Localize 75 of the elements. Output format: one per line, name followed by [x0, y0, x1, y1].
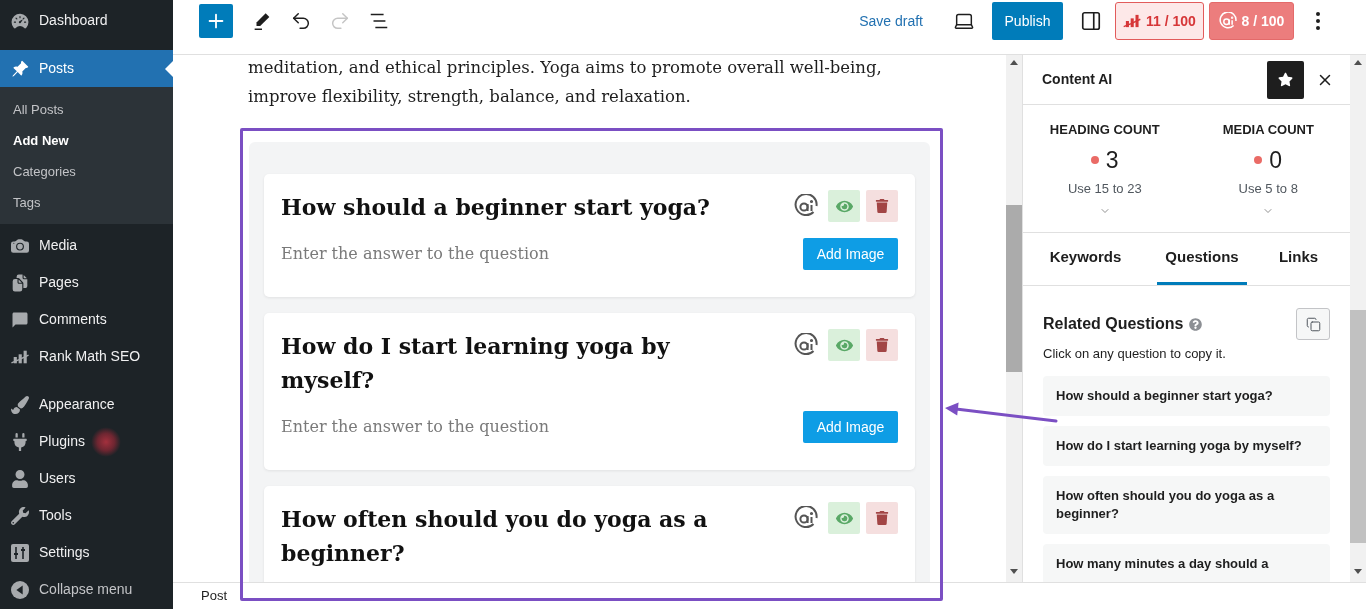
- documents-icon: [11, 273, 29, 292]
- question-title[interactable]: How do I start learning yoga by myself?: [281, 329, 741, 397]
- paragraph-text[interactable]: meditation, and ethical principles. Yoga aims to promote overall well-being, improve flexibility, strength, balance, and relaxation.: [248, 55, 953, 111]
- question-item[interactable]: How often should you do yoga as a beginner?: [1043, 476, 1330, 534]
- panel-title: Content AI: [1042, 70, 1113, 89]
- question-item[interactable]: How many minutes a day should a: [1043, 544, 1330, 582]
- user-icon: [11, 469, 29, 488]
- menu-item[interactable]: Posts: [0, 50, 173, 87]
- trash-icon: [875, 199, 889, 213]
- answer-field[interactable]: Enter the answer to the question: [281, 415, 549, 439]
- pin-button[interactable]: [1267, 60, 1304, 99]
- menu-item[interactable]: Comments: [0, 301, 173, 338]
- delete-button[interactable]: [866, 329, 898, 361]
- question-item[interactable]: How do I start learning yoga by myself?: [1043, 426, 1330, 466]
- menu-item[interactable]: Media: [0, 227, 173, 264]
- collapse-menu-button[interactable]: Collapse menu: [0, 571, 173, 608]
- stat-value: 3: [1105, 146, 1119, 174]
- paintbrush-icon: [11, 395, 29, 414]
- trash-icon: [875, 338, 889, 352]
- stat-hint: Use 15 to 23: [1067, 180, 1142, 198]
- delete-button[interactable]: [866, 190, 898, 222]
- stat-value: 0: [1269, 146, 1283, 174]
- undo-icon: [290, 10, 312, 32]
- menu-item[interactable]: Users: [0, 460, 173, 497]
- scroll-down-arrow-icon: [1354, 569, 1362, 574]
- speedometer-icon: [11, 11, 29, 30]
- question-title[interactable]: How should a beginner start yoga?: [281, 190, 741, 224]
- stat-hint: Use 5 to 8: [1238, 180, 1298, 198]
- trash-icon: [875, 511, 889, 525]
- section-heading: Related Questions: [1043, 314, 1184, 334]
- seo-score-button[interactable]: 11 / 100: [1115, 2, 1204, 40]
- submenu-item[interactable]: All Posts: [0, 94, 173, 125]
- menu-item[interactable]: Pages: [0, 264, 173, 301]
- submenu-item[interactable]: Categories: [0, 156, 173, 187]
- ai-circle-icon: [1218, 12, 1237, 30]
- ai-circle-icon[interactable]: [794, 194, 818, 218]
- save-draft-button[interactable]: Save draft: [851, 3, 931, 39]
- copy-icon: [1305, 316, 1321, 332]
- sidebar-panel-icon: [1080, 10, 1102, 32]
- scroll-up-arrow-icon: [1354, 60, 1362, 65]
- menu-item[interactable]: Settings: [0, 534, 173, 571]
- panel-tab[interactable]: Keywords: [1023, 233, 1148, 285]
- redo-icon: [329, 10, 351, 32]
- submenu-item[interactable]: Tags: [0, 187, 173, 218]
- menu-item[interactable]: Dashboard: [0, 2, 173, 39]
- stat-label: MEDIA COUNT: [1222, 122, 1314, 138]
- stat-label: HEADING COUNT: [1049, 122, 1160, 138]
- menu-item[interactable]: Appearance: [0, 386, 173, 423]
- menu-item[interactable]: Rank Math SEO: [0, 338, 173, 375]
- copy-all-button[interactable]: [1296, 308, 1330, 340]
- star-icon: [1278, 72, 1293, 87]
- wrench-icon: [11, 506, 29, 525]
- panel-tab[interactable]: Questions: [1157, 233, 1247, 285]
- help-icon: [1189, 317, 1203, 331]
- sliders-icon: [11, 543, 29, 562]
- menu-item[interactable]: Tools: [0, 497, 173, 534]
- breadcrumb-link[interactable]: Post: [201, 586, 227, 606]
- answer-field[interactable]: Enter the answer to the question: [281, 242, 549, 266]
- panel-tab[interactable]: Links: [1247, 233, 1350, 285]
- ai-circle-icon[interactable]: [794, 506, 818, 530]
- menu-item[interactable]: Plugins: [0, 423, 173, 460]
- more-options-icon: [1316, 12, 1320, 30]
- plug-icon: [11, 432, 29, 451]
- add-block-button[interactable]: [199, 4, 233, 38]
- camera-icon: [11, 236, 29, 255]
- section-description: Click on any question to copy it.: [1043, 345, 1227, 363]
- question-title[interactable]: How often should you do yoga as a beginner?: [281, 502, 741, 570]
- ai-circle-icon[interactable]: [794, 333, 818, 357]
- delete-button[interactable]: [866, 502, 898, 534]
- publish-button[interactable]: Publish: [992, 2, 1063, 40]
- pushpin-icon: [11, 59, 29, 78]
- bar-chart-icon: [1123, 14, 1142, 28]
- question-item[interactable]: How should a beginner start yoga?: [1043, 376, 1330, 416]
- submenu-item[interactable]: Add New: [0, 125, 173, 156]
- speech-bubble-icon: [11, 310, 29, 329]
